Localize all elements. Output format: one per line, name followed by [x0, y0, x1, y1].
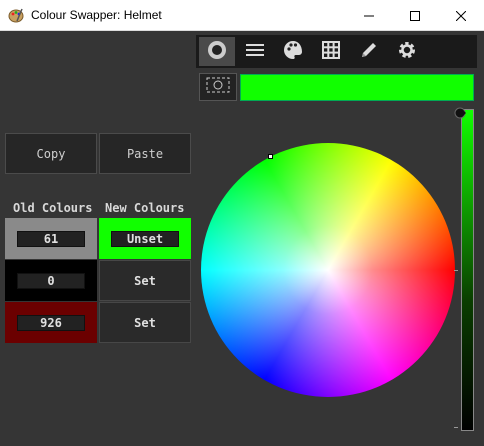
swap-icon [207, 40, 227, 64]
hue-saturation-wheel[interactable] [201, 143, 455, 397]
wheel-cursor[interactable] [268, 154, 273, 159]
slider-tick [454, 427, 458, 428]
close-button[interactable] [438, 0, 484, 31]
set-colour-button[interactable]: Set [99, 302, 191, 343]
pencil-icon [359, 40, 379, 64]
settings-tool-button[interactable] [389, 37, 425, 66]
screen-picker-button[interactable] [199, 73, 237, 101]
screen-picker-icon [205, 76, 231, 98]
new-colour-swatch[interactable]: Unset [99, 218, 191, 259]
settings-icon [397, 40, 417, 64]
new-colours-header: New Colours [105, 201, 185, 215]
maximize-button[interactable] [392, 0, 438, 31]
palette-tool-button[interactable] [275, 37, 311, 66]
paste-button[interactable]: Paste [99, 133, 191, 174]
set-colour-button[interactable]: Set [99, 260, 191, 301]
old-colour-value: 61 [17, 230, 85, 247]
list-tool-button[interactable] [237, 37, 273, 66]
palette-icon [283, 40, 303, 64]
grid-icon [322, 40, 340, 63]
brightness-slider[interactable] [461, 109, 474, 431]
title-bar: Colour Swapper: Helmet [0, 0, 484, 31]
colour-preview [240, 74, 474, 101]
window-title: Colour Swapper: Helmet [31, 8, 162, 22]
minimize-button[interactable] [346, 0, 392, 31]
slider-tick [454, 270, 458, 271]
old-colour-swatch[interactable]: 61 [5, 218, 97, 259]
toolbar [196, 35, 477, 68]
grid-tool-button[interactable] [313, 37, 349, 66]
swap-tool-button[interactable] [199, 37, 235, 66]
colour-wheel[interactable] [201, 143, 455, 397]
list-icon [245, 42, 265, 62]
old-colours-header: Old Colours [13, 201, 93, 215]
palette-app-icon [8, 7, 24, 23]
new-colour-label: Unset [111, 230, 179, 247]
old-colour-swatch[interactable]: 926 [5, 302, 97, 343]
slider-handle-icon[interactable] [454, 104, 466, 119]
copy-button[interactable]: Copy [5, 133, 97, 174]
old-colour-swatch[interactable]: 0 [5, 260, 97, 301]
pencil-tool-button[interactable] [351, 37, 387, 66]
old-colour-value: 926 [17, 314, 85, 331]
old-colour-value: 0 [17, 272, 85, 289]
